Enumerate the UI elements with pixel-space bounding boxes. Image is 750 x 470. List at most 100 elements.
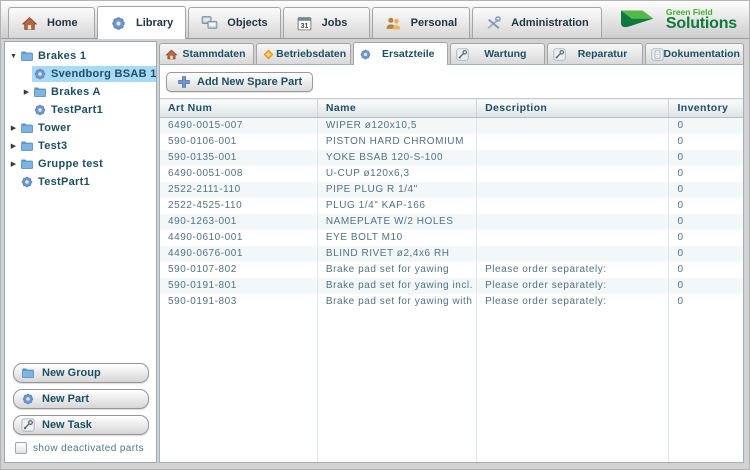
nav-tab-label: Jobs xyxy=(322,17,348,29)
chevron-down-icon[interactable]: ▼ xyxy=(8,53,19,60)
tree-item-brakes-a[interactable]: ▶Brakes A xyxy=(5,83,156,101)
tree-item-gruppe-test[interactable]: ▶Gruppe test xyxy=(5,155,156,173)
table-cell: 2522-4525-110 xyxy=(160,198,317,214)
tab-betriebsdaten[interactable]: Betriebsdaten xyxy=(256,43,351,64)
app-window: HomeLibraryObjects31JobsPersonal Administ… xyxy=(0,0,750,470)
column-header-inventory[interactable]: Inventory xyxy=(669,99,743,118)
table-cell: 0 xyxy=(669,230,743,246)
table-cell: 0 xyxy=(669,278,743,294)
table-cell xyxy=(477,134,669,150)
tab-reparatur[interactable]: Reparatur xyxy=(547,43,642,64)
table-row[interactable]: 4490-0676-001BLIND RIVET ø2,4x6 RH0 xyxy=(160,246,743,262)
table-cell: 0 xyxy=(669,182,743,198)
table-row[interactable]: 6490-0015-007WIPER ø120x10,50 xyxy=(160,118,743,134)
table-row[interactable]: 590-0191-803Brake pad set for yawing wit… xyxy=(160,294,743,310)
tools-icon xyxy=(485,15,502,32)
table-row[interactable]: 590-0107-802Brake pad set for yawingPlea… xyxy=(160,262,743,278)
button-label: New Group xyxy=(42,367,101,379)
table-row[interactable]: 2522-2111-110PIPE PLUG R 1/4"0 xyxy=(160,182,743,198)
table-row[interactable]: 4490-0610-001EYE BOLT M10 0 xyxy=(160,230,743,246)
column-header-description[interactable]: Description xyxy=(477,99,669,118)
table-cell: YOKE BSAB 120-S-100 xyxy=(317,150,476,166)
nav-tab-objects[interactable]: Objects xyxy=(188,7,280,38)
tree-item-testpart1[interactable]: TestPart1 xyxy=(5,173,156,191)
tree-item-label: Tower xyxy=(38,122,71,134)
gear-icon xyxy=(110,15,127,32)
wrench-icon xyxy=(21,418,35,432)
tab-label: Wartung xyxy=(469,48,541,60)
chevron-right-icon[interactable]: ▶ xyxy=(8,124,19,132)
table-cell: 4490-0610-001 xyxy=(160,230,317,246)
tab-dokumentation[interactable]: Dokumentation xyxy=(645,43,744,64)
nav-tab-label: Administration xyxy=(511,17,589,29)
tree-item-svendborg-bsab-120[interactable]: Svendborg BSAB 120 xyxy=(5,65,156,83)
spare-parts-table-wrap: Art NumNameDescriptionInventory 6490-001… xyxy=(160,98,743,462)
folder-icon xyxy=(21,366,35,380)
table-cell: Please order separately: xyxy=(477,278,669,294)
table-cell xyxy=(477,182,669,198)
table-row[interactable]: 6490-0051-008U-CUP ø120x6,30 xyxy=(160,166,743,182)
table-cell: 0 xyxy=(669,262,743,278)
nav-tab-home[interactable]: Home xyxy=(8,7,95,38)
table-cell: Please order separately: xyxy=(477,262,669,278)
chevron-right-icon[interactable]: ▶ xyxy=(8,142,19,150)
top-nav: HomeLibraryObjects31JobsPersonal Administ… xyxy=(8,1,604,38)
table-cell: WIPER ø120x10,5 xyxy=(317,118,476,134)
table-cell: 4490-0676-001 xyxy=(160,246,317,262)
logo-line2: Solutions xyxy=(666,15,737,33)
spare-parts-panel: Add New Spare Part Art NumNameDescriptio… xyxy=(159,64,744,463)
tab-label: Reparatur xyxy=(566,48,638,60)
tab-label: Betriebsdaten xyxy=(275,48,347,60)
tab-ersatzteile[interactable]: Ersatzteile xyxy=(353,42,448,65)
table-cell: Please order separately: xyxy=(477,294,669,310)
table-cell: 0 xyxy=(669,246,743,262)
chevron-right-icon[interactable]: ▶ xyxy=(8,160,19,168)
new-group-button[interactable]: New Group xyxy=(13,363,149,383)
tab-stammdaten[interactable]: Stammdaten xyxy=(159,43,254,64)
table-cell: EYE BOLT M10 xyxy=(317,230,476,246)
folder-icon xyxy=(20,121,34,135)
folder-icon xyxy=(20,157,34,171)
button-label: New Task xyxy=(42,419,92,431)
table-cell: Brake pad set for yawing xyxy=(317,262,476,278)
nav-tab-personal[interactable]: Personal xyxy=(372,7,470,38)
table-cell: 0 xyxy=(669,198,743,214)
table-cell xyxy=(477,230,669,246)
document-icon xyxy=(651,48,664,61)
column-header-art-num[interactable]: Art Num xyxy=(160,99,317,118)
home-icon xyxy=(165,48,178,61)
tree-item-tower[interactable]: ▶ Tower xyxy=(5,119,156,137)
nav-tab-administration[interactable]: Administration xyxy=(472,7,602,38)
table-filler-row xyxy=(160,310,743,463)
chevron-right-icon[interactable]: ▶ xyxy=(21,88,32,96)
home-icon xyxy=(21,15,38,32)
tab-wartung[interactable]: Wartung xyxy=(450,43,545,64)
table-cell: Brake pad set for yawing incl. wear in xyxy=(317,278,476,294)
tree-item-testpart1[interactable]: TestPart1 xyxy=(5,101,156,119)
show-deactivated-checkbox[interactable] xyxy=(15,442,27,454)
tree-item-test3[interactable]: ▶ Test3 xyxy=(5,137,156,155)
new-task-button[interactable]: New Task xyxy=(13,415,149,435)
table-cell xyxy=(477,166,669,182)
tree-item-label: Test3 xyxy=(38,140,67,152)
table-cell: U-CUP ø120x6,3 xyxy=(317,166,476,182)
table-cell: 2522-2111-110 xyxy=(160,182,317,198)
table-row[interactable]: 590-0191-801Brake pad set for yawing inc… xyxy=(160,278,743,294)
nav-tab-jobs[interactable]: 31Jobs xyxy=(283,7,370,38)
show-deactivated-parts-row[interactable]: show deactivated parts xyxy=(15,442,148,454)
table-row[interactable]: 590-0135-001YOKE BSAB 120-S-1000 xyxy=(160,150,743,166)
column-header-name[interactable]: Name xyxy=(317,99,476,118)
nav-tab-library[interactable]: Library xyxy=(97,6,186,39)
table-row[interactable]: 490-1263-001NAMEPLATE W/2 HOLES0 xyxy=(160,214,743,230)
folder-icon xyxy=(20,49,34,63)
table-row[interactable]: 2522-4525-110PLUG 1/4" KAP-1660 xyxy=(160,198,743,214)
new-part-button[interactable]: New Part xyxy=(13,389,149,409)
table-row[interactable]: 590-0106-001PISTON HARD CHROMIUM0 xyxy=(160,134,743,150)
body: ▼Brakes 1Svendborg BSAB 120▶Brakes ATest… xyxy=(1,39,749,469)
table-cell: NAMEPLATE W/2 HOLES xyxy=(317,214,476,230)
add-new-spare-part-button[interactable]: Add New Spare Part xyxy=(166,72,313,92)
table-cell xyxy=(477,246,669,262)
tree-item-brakes-1[interactable]: ▼Brakes 1 xyxy=(5,47,156,65)
table-cell xyxy=(477,118,669,134)
table-cell: Brake pad set for yawing with pad wo xyxy=(317,294,476,310)
